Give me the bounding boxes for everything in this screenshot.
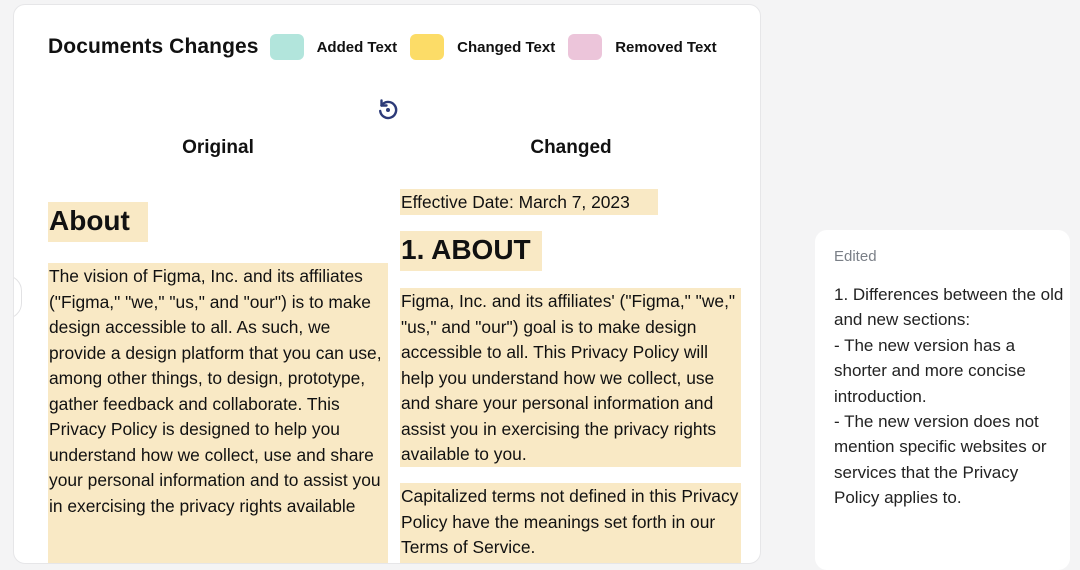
legend: Documents Changes Added Text Changed Tex…: [48, 31, 730, 63]
added-swatch: [269, 34, 304, 60]
changed-column-header: Changed: [530, 137, 612, 158]
changed-paragraph-1: Figma, Inc. and its affiliates' ("Figma,…: [400, 288, 741, 467]
undo-icon[interactable]: [376, 97, 400, 121]
edited-label: Edited: [834, 248, 877, 265]
edit-summary-panel: Edited 1. Differences between the old an…: [815, 230, 1070, 570]
changed-heading: 1. ABOUT: [400, 231, 542, 271]
removed-label: Removed Text: [615, 38, 717, 56]
side-toggle-handle[interactable]: [14, 275, 22, 319]
edit-summary-text: 1. Differences between the old and new s…: [834, 285, 1064, 508]
original-paragraph: The vision of Figma, Inc. and its affili…: [48, 263, 388, 563]
changed-swatch: [410, 34, 445, 60]
changed-label: Changed Text: [457, 38, 556, 56]
legend-title: Documents Changes: [48, 35, 259, 58]
removed-swatch: [568, 34, 603, 60]
document-changes-card: Documents Changes Added Text Changed Tex…: [13, 4, 761, 564]
original-column-header: Original: [182, 137, 254, 158]
original-heading: About: [48, 202, 148, 242]
added-label: Added Text: [316, 38, 398, 56]
changed-effective-date: Effective Date: March 7, 2023: [400, 189, 658, 215]
changed-paragraph-2: Capitalized terms not defined in this Pr…: [400, 483, 741, 563]
